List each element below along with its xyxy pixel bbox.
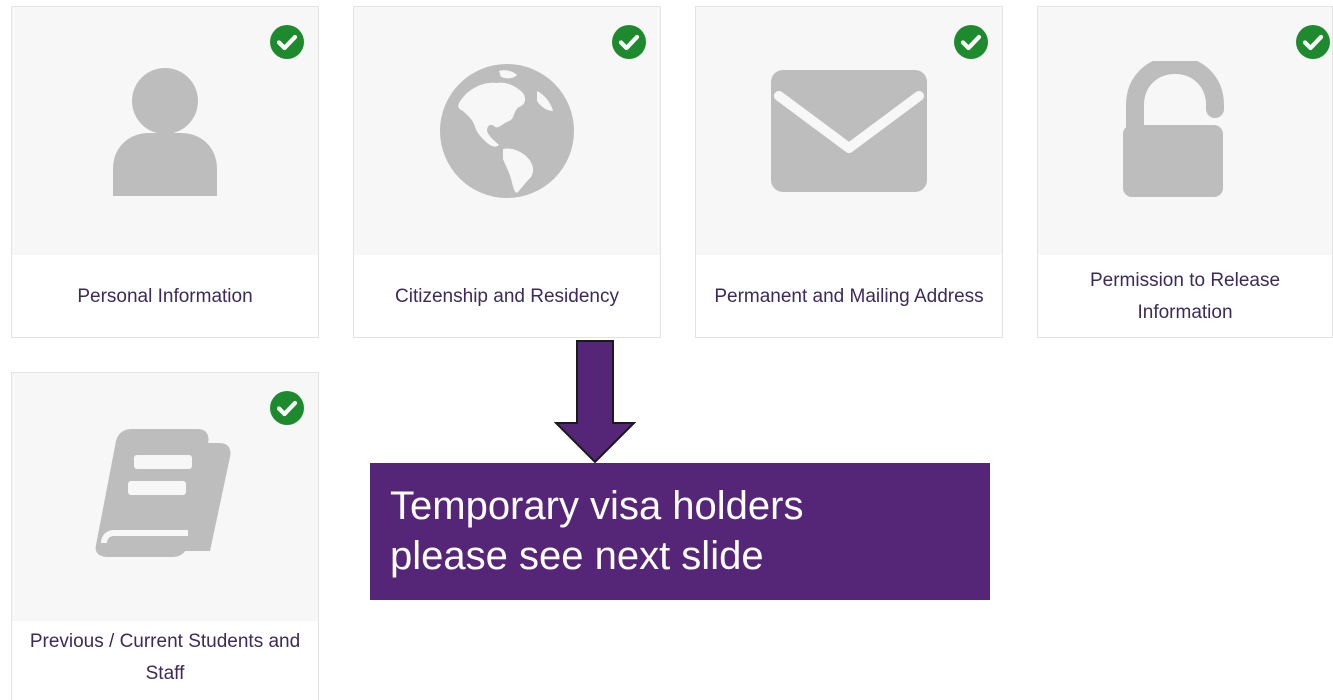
check-icon bbox=[270, 391, 304, 425]
check-icon bbox=[954, 25, 988, 59]
tile-citizenship-and-residency[interactable]: Citizenship and Residency bbox=[353, 6, 661, 338]
tile-label: Personal Information bbox=[77, 285, 253, 307]
tile-label: Permanent and Mailing Address bbox=[714, 285, 984, 307]
down-arrow-icon bbox=[554, 340, 636, 464]
unlock-icon bbox=[1123, 61, 1225, 197]
user-icon bbox=[113, 68, 217, 196]
tile-image bbox=[1038, 7, 1332, 255]
book-icon bbox=[95, 429, 231, 557]
check-icon bbox=[270, 25, 304, 59]
tile-label: Previous / Current Students and Staff bbox=[29, 630, 301, 684]
tile-previous-current-students-and-staff[interactable]: Previous / Current Students and Staff bbox=[11, 372, 319, 700]
notice-line-2: please see next slide bbox=[390, 534, 764, 578]
globe-icon bbox=[440, 64, 574, 198]
tile-image bbox=[12, 7, 318, 255]
tile-permission-to-release-information[interactable]: Permission to Release Information bbox=[1037, 6, 1333, 338]
check-icon bbox=[612, 25, 646, 59]
envelope-icon bbox=[771, 70, 927, 192]
tile-label: Citizenship and Residency bbox=[395, 285, 619, 307]
tile-permanent-and-mailing-address[interactable]: Permanent and Mailing Address bbox=[695, 6, 1003, 338]
notice-callout: Temporary visa holders please see next s… bbox=[370, 463, 990, 600]
tile-label: Permission to Release Information bbox=[1089, 269, 1281, 323]
check-icon bbox=[1296, 25, 1330, 59]
tile-image bbox=[354, 7, 660, 255]
tile-image bbox=[696, 7, 1002, 255]
notice-line-1: Temporary visa holders bbox=[390, 484, 804, 528]
tile-image bbox=[12, 373, 318, 621]
tile-personal-information[interactable]: Personal Information bbox=[11, 6, 319, 338]
